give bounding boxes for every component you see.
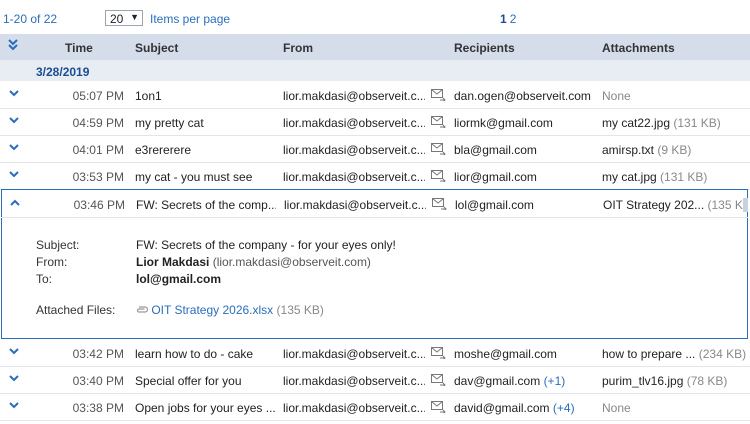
detail-from-label: From: [36, 255, 68, 269]
row-subject: learn how to do - cake [135, 347, 254, 361]
row-from: lior.makdasi@observeit.c... [283, 89, 425, 103]
table-row[interactable]: 03:38 PM Open jobs for your eyes ... lio… [0, 393, 750, 421]
table-row[interactable]: 03:40 PM Special offer for you lior.makd… [0, 366, 750, 394]
detail-attached-label: Attached Files: [36, 303, 116, 317]
page-link-1[interactable]: 1 [500, 12, 507, 26]
row-subject: my pretty cat [135, 116, 204, 130]
header-from[interactable]: From [283, 41, 313, 55]
detail-to-value: lol@gmail.com [136, 272, 222, 286]
expanded-email-panel: 03:46 PM FW: Secrets of the comp... lior… [1, 189, 748, 339]
row-attachment: purim_tlv16.jpg (78 KB) [602, 374, 728, 388]
row-attachment: how to prepare ... (234 KB) [602, 347, 747, 361]
chevron-down-icon[interactable] [9, 401, 19, 413]
caret-down-icon: ▼ [130, 12, 139, 22]
row-attachment: OIT Strategy 202... (135 KB) [603, 198, 743, 212]
table-row[interactable]: 04:59 PM my pretty cat lior.makdasi@obse… [0, 108, 750, 136]
row-from: lior.makdasi@observeit.c... [283, 170, 425, 184]
header-time[interactable]: Time [65, 41, 93, 55]
table-row-selected[interactable]: 03:46 PM FW: Secrets of the comp... lior… [1, 190, 748, 218]
header-recipients[interactable]: Recipients [454, 41, 515, 55]
header-attachments[interactable]: Attachments [602, 41, 675, 55]
row-recipient: liormk@gmail.com [454, 116, 553, 130]
row-time: 03:53 PM [72, 170, 124, 184]
page-link-2[interactable]: 2 [510, 12, 517, 26]
row-time: 03:42 PM [72, 347, 124, 361]
table-header: Time Subject From Recipients Attachments [0, 34, 750, 60]
row-recipient: dav@gmail.com (+1) [454, 374, 566, 388]
envelope-arrow-icon [431, 347, 447, 362]
detail-subject-label: Subject: [36, 238, 80, 252]
table-row[interactable]: 05:07 PM 1on1 lior.makdasi@observeit.c..… [0, 81, 750, 109]
table-row[interactable]: 03:42 PM learn how to do - cake lior.mak… [0, 339, 750, 367]
table-row[interactable]: 03:53 PM my cat - you must see lior.makd… [0, 162, 750, 190]
per-page-value: 20 [110, 12, 124, 26]
pager: 12 [500, 12, 519, 26]
row-from: lior.makdasi@observeit.c... [283, 347, 425, 361]
chevron-up-icon[interactable] [10, 198, 20, 210]
row-attachment: my cat.jpg (131 KB) [602, 170, 708, 184]
row-recipient: dan.ogen@observeit.com [454, 89, 591, 103]
detail-from-value: Lior Makdasi (lior.makdasi@observeit.com… [136, 255, 371, 269]
row-from: lior.makdasi@observeit.c... [283, 143, 425, 157]
paperclip-icon [136, 303, 149, 317]
row-subject: e3rererere [135, 143, 192, 157]
per-page-label: Items per page [150, 12, 231, 26]
row-recipient: david@gmail.com (+4) [454, 401, 575, 415]
row-time: 04:59 PM [72, 116, 124, 130]
row-from: lior.makdasi@observeit.c... [283, 401, 425, 415]
row-recipient: moshe@gmail.com [454, 347, 557, 361]
date-group-row: 3/28/2019 [0, 60, 750, 81]
row-subject: my cat - you must see [135, 170, 253, 184]
row-attachment: my cat22.jpg (131 KB) [602, 116, 721, 130]
row-time: 03:38 PM [72, 401, 124, 415]
envelope-arrow-icon [431, 89, 447, 104]
row-from: lior.makdasi@observeit.c... [284, 198, 426, 212]
detail-subject-value: FW: Secrets of the company - for your ey… [136, 238, 396, 252]
envelope-arrow-icon [431, 116, 447, 131]
chevron-down-icon[interactable] [9, 347, 19, 359]
row-attachment: None [602, 401, 631, 415]
range-text: 1-20 of 22 [3, 12, 58, 26]
date-group-label: 3/28/2019 [36, 65, 90, 79]
double-chevron-down-icon[interactable] [8, 39, 18, 51]
table-row[interactable]: 04:01 PM e3rererere lior.makdasi@observe… [0, 135, 750, 163]
row-from: lior.makdasi@observeit.c... [283, 374, 425, 388]
per-page-select[interactable]: 20 ▼ [105, 10, 143, 26]
row-time: 03:46 PM [73, 198, 125, 212]
envelope-arrow-icon [431, 170, 447, 185]
row-recipient: bla@gmail.com [454, 143, 537, 157]
detail-to-label: To: [36, 272, 53, 286]
envelope-arrow-icon [432, 198, 448, 213]
chevron-down-icon[interactable] [9, 89, 19, 101]
row-attachment: None [602, 89, 631, 103]
row-recipient: lol@gmail.com [455, 198, 534, 212]
row-subject: FW: Secrets of the comp... [136, 198, 276, 212]
row-time: 03:40 PM [72, 374, 124, 388]
chevron-down-icon[interactable] [9, 143, 19, 155]
row-time: 05:07 PM [72, 89, 124, 103]
row-attachment: amirsp.txt (9 KB) [602, 143, 692, 157]
envelope-arrow-icon [431, 374, 447, 389]
pagination-toolbar: 1-20 of 22 20 ▼ Items per page 12 [0, 0, 750, 34]
header-subject[interactable]: Subject [135, 41, 178, 55]
chevron-down-icon[interactable] [9, 170, 19, 182]
scrollbar-thumb[interactable] [743, 198, 748, 212]
row-subject: Special offer for you [135, 374, 242, 388]
detail-attached-file[interactable]: OIT Strategy 2026.xlsx (135 KB) [136, 303, 324, 317]
row-from: lior.makdasi@observeit.c... [283, 116, 425, 130]
chevron-down-icon[interactable] [9, 116, 19, 128]
row-time: 04:01 PM [72, 143, 124, 157]
chevron-down-icon[interactable] [9, 374, 19, 386]
row-recipient: lior@gmail.com [454, 170, 537, 184]
row-subject: Open jobs for your eyes ... [135, 401, 275, 415]
row-subject: 1on1 [135, 89, 162, 103]
envelope-arrow-icon [431, 143, 447, 158]
envelope-arrow-icon [431, 401, 447, 416]
